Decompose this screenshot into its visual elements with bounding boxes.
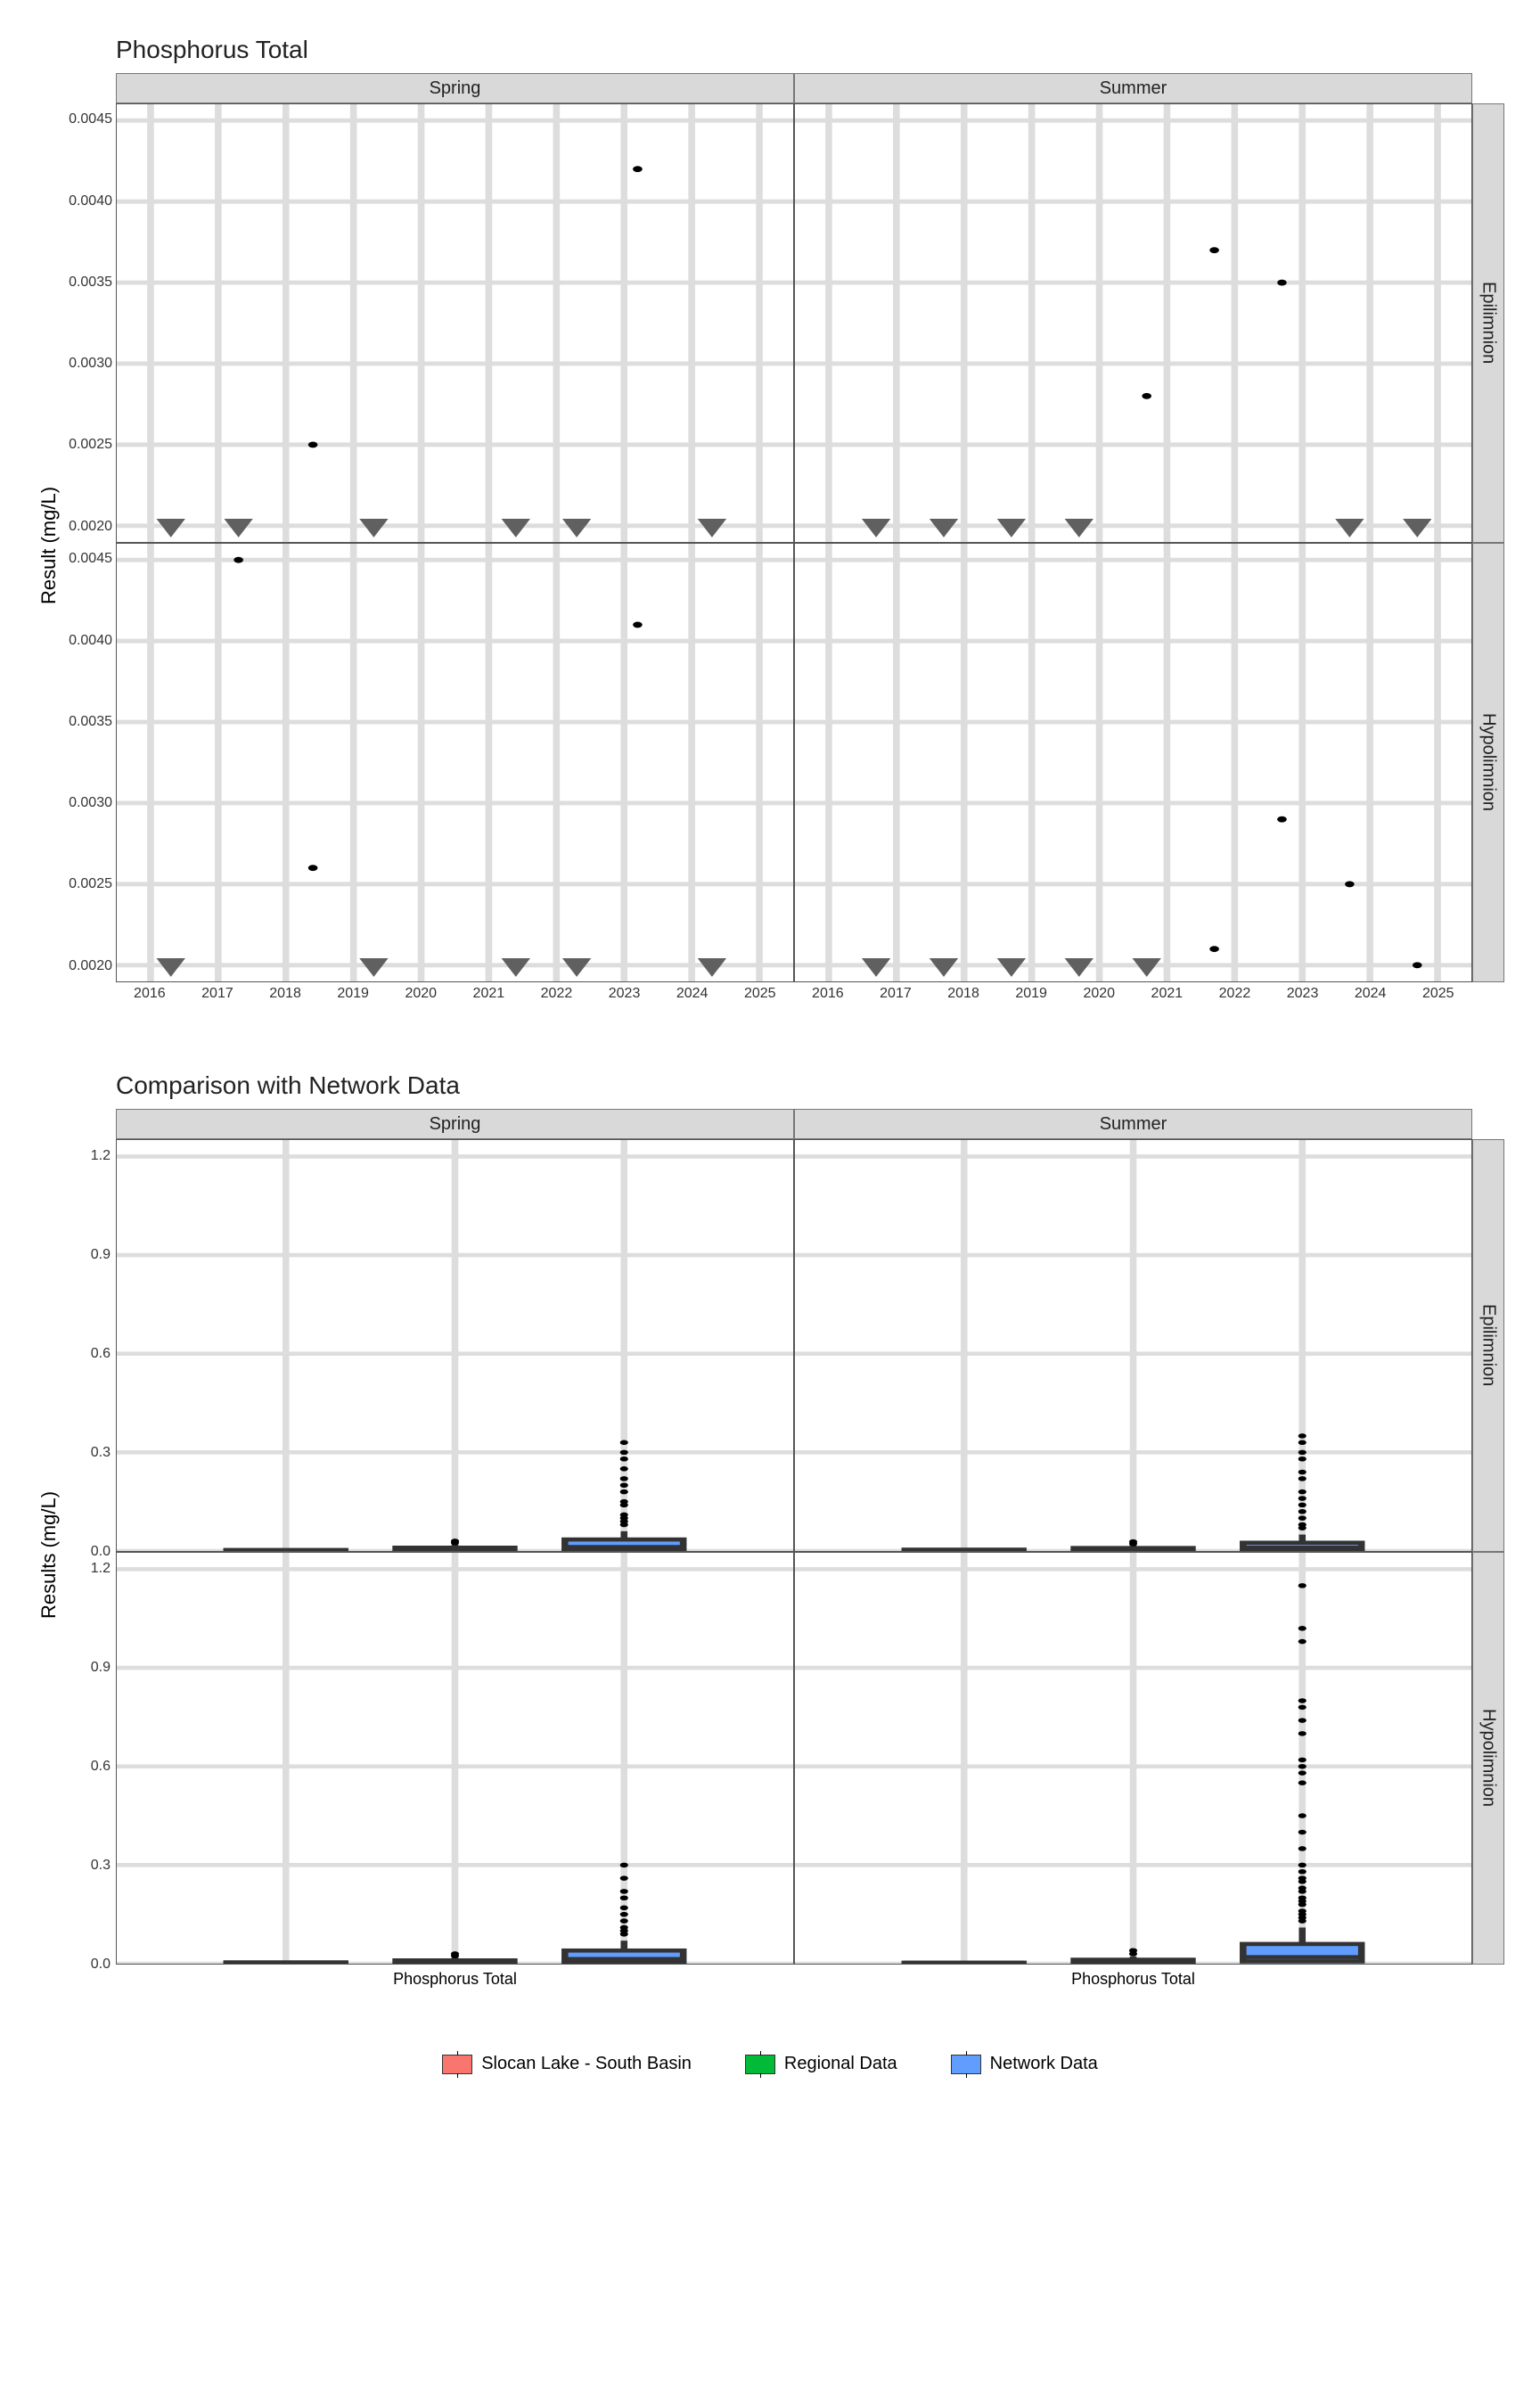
- scatter-chart-block: Phosphorus Total Result (mg/L) Spring Su…: [36, 36, 1504, 1018]
- legend-item-slocan: Slocan Lake - South Basin: [442, 2054, 692, 2074]
- facet2-row-hypo: Hypolimnion: [1472, 1552, 1504, 1965]
- chart2-xlabel-1: Phosphorus Total: [116, 1965, 794, 2000]
- chart1-xticks-summer: 2016201720182019202020212022202320242025: [794, 982, 1472, 1018]
- legend-item-regional: Regional Data: [745, 2054, 897, 2074]
- chart1-title: Phosphorus Total: [116, 36, 1504, 64]
- panel-spring-epi: [116, 103, 794, 543]
- boxpanel-spring-epi: [116, 1139, 794, 1552]
- panel-summer-hypo: [794, 543, 1472, 982]
- boxpanel-summer-hypo: [794, 1552, 1472, 1965]
- chart1-xticks-spring: 2016201720182019202020212022202320242025: [116, 982, 794, 1018]
- boxpanel-spring-hypo: [116, 1552, 794, 1965]
- chart2-yticks-row2: 0.00.30.60.91.2: [62, 1552, 116, 1965]
- legend: Slocan Lake - South Basin Regional Data …: [36, 2054, 1504, 2074]
- chart2-ylabel: Results (mg/L): [36, 1109, 62, 2000]
- legend-swatch-network: [951, 2055, 981, 2074]
- facet-row-hypo: Hypolimnion: [1472, 543, 1504, 982]
- chart2-title: Comparison with Network Data: [116, 1071, 1504, 1100]
- chart2-yticks-row1: 0.00.30.60.91.2: [62, 1139, 116, 1552]
- panel-summer-epi: [794, 103, 1472, 543]
- panel-spring-hypo: [116, 543, 794, 982]
- facet-col-summer: Summer: [794, 73, 1472, 103]
- legend-item-network: Network Data: [951, 2054, 1098, 2074]
- legend-label-slocan: Slocan Lake - South Basin: [481, 2054, 692, 2074]
- chart1-ylabel: Result (mg/L): [36, 73, 62, 1018]
- facet2-row-epi: Epilimnion: [1472, 1139, 1504, 1552]
- facet-col-spring: Spring: [116, 73, 794, 103]
- facet2-col-spring: Spring: [116, 1109, 794, 1139]
- facet2-col-summer: Summer: [794, 1109, 1472, 1139]
- chart2-xlabel-2: Phosphorus Total: [794, 1965, 1472, 2000]
- legend-swatch-regional: [745, 2055, 775, 2074]
- boxplot-chart-block: Comparison with Network Data Results (mg…: [36, 1071, 1504, 2000]
- legend-label-regional: Regional Data: [784, 2054, 897, 2074]
- boxpanel-summer-epi: [794, 1139, 1472, 1552]
- chart1-yticks-row1: 0.00200.00250.00300.00350.00400.0045: [62, 103, 116, 543]
- facet-row-epi: Epilimnion: [1472, 103, 1504, 543]
- legend-swatch-slocan: [442, 2055, 472, 2074]
- chart1-yticks-row2: 0.00200.00250.00300.00350.00400.0045: [62, 543, 116, 982]
- legend-label-network: Network Data: [990, 2054, 1098, 2074]
